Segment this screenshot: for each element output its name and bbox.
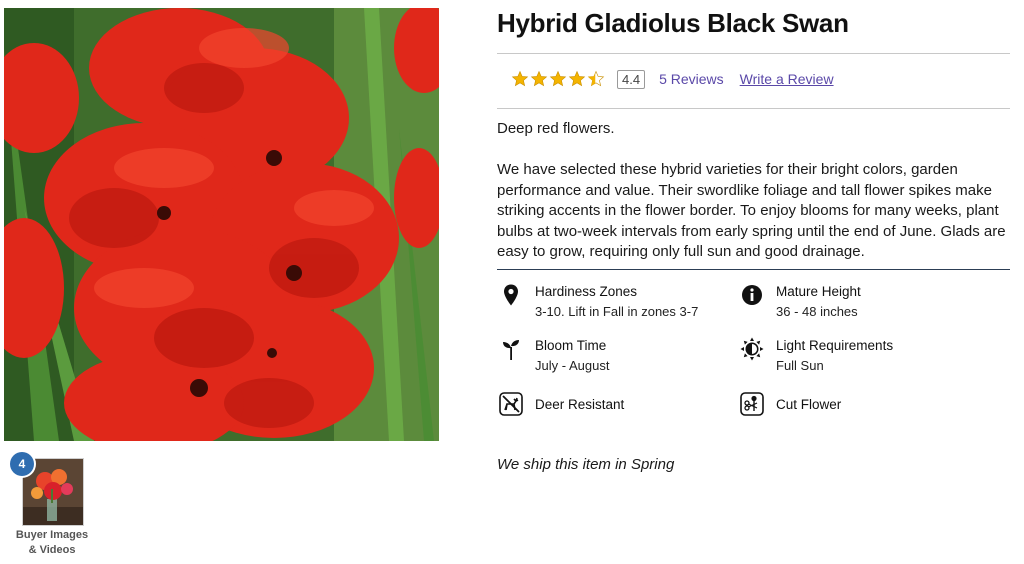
title-divider — [497, 53, 1010, 54]
star-full-icon — [549, 70, 567, 87]
deer-resistant-icon — [499, 392, 523, 416]
location-pin-icon — [504, 284, 518, 306]
star-rating[interactable] — [511, 70, 605, 88]
attribute-value: 3-10. Lift in Fall in zones 3-7 — [535, 304, 699, 319]
star-partial-icon — [587, 70, 605, 87]
info-icon — [742, 285, 762, 305]
buyer-images-label-line2: & Videos — [28, 544, 76, 556]
star-full-icon — [568, 70, 586, 87]
reviews-link[interactable]: 5 Reviews — [659, 71, 724, 87]
rating-divider — [497, 108, 1010, 109]
product-main-image[interactable] — [4, 8, 439, 441]
shipping-note: We ship this item in Spring — [497, 456, 675, 473]
description-divider — [497, 269, 1010, 270]
gladiolus-photo — [4, 8, 439, 441]
attribute-title: Bloom Time — [535, 338, 607, 353]
star-full-icon — [530, 70, 548, 87]
rating-row: 4.4 5 Reviews Write a Review — [511, 66, 834, 92]
short-description: Deep red flowers. — [497, 120, 615, 137]
sprout-icon — [503, 340, 519, 360]
attribute-bloom-time: Bloom Time July - August — [499, 337, 609, 374]
attribute-value: July - August — [535, 358, 610, 373]
cut-flower-icon — [740, 392, 764, 416]
star-full-icon — [511, 70, 529, 87]
attribute-value: Full Sun — [776, 358, 824, 373]
attribute-hardiness-zones: Hardiness Zones 3-10. Lift in Fall in zo… — [499, 283, 698, 320]
write-review-link[interactable]: Write a Review — [740, 71, 834, 87]
attribute-light-requirements: Light Requirements Full Sun — [740, 337, 893, 374]
buyer-images-label-line1: Buyer Images — [15, 529, 89, 541]
attribute-deer-resistant: Deer Resistant — [499, 392, 624, 416]
attribute-title: Cut Flower — [776, 396, 842, 412]
attribute-title: Light Requirements — [776, 338, 894, 353]
long-description: We have selected these hybrid varieties … — [497, 161, 1006, 261]
attribute-mature-height: Mature Height 36 - 48 inches — [740, 283, 861, 320]
attribute-cut-flower: Cut Flower — [740, 392, 841, 416]
attribute-title: Deer Resistant — [535, 396, 625, 412]
sun-icon — [740, 337, 764, 361]
buyer-images-label: Buyer Images & Videos — [6, 528, 98, 558]
attribute-title: Mature Height — [776, 284, 861, 299]
attribute-value: 36 - 48 inches — [776, 304, 858, 319]
buyer-media-count-badge: 4 — [10, 452, 34, 476]
rating-score: 4.4 — [617, 69, 646, 89]
product-title: Hybrid Gladiolus Black Swan — [497, 8, 849, 38]
attribute-title: Hardiness Zones — [535, 284, 638, 299]
